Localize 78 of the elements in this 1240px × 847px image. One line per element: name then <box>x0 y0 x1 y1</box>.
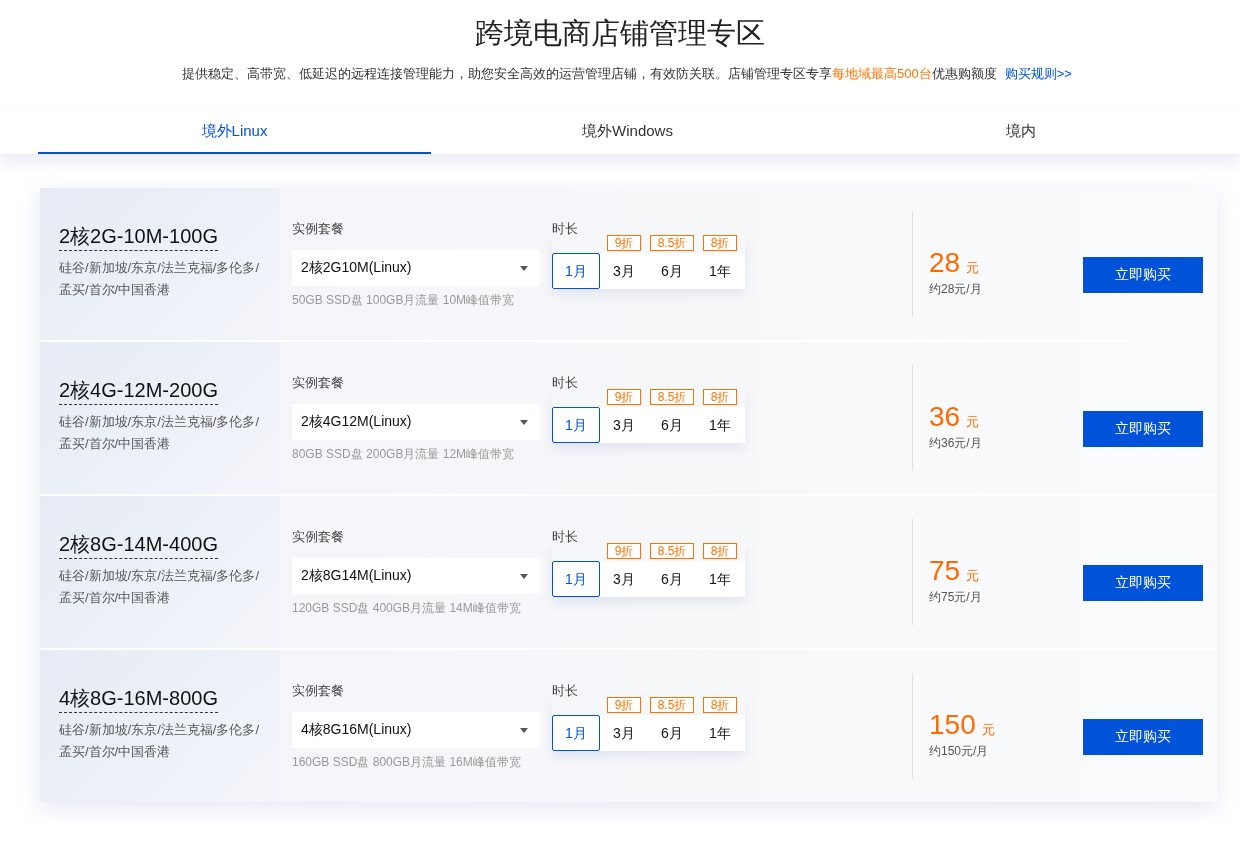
duration-option[interactable]: 3月 <box>600 561 648 597</box>
package-spec: 160GB SSD盘 800GB月流量 16M峰值带宽 <box>292 754 522 771</box>
buy-now-button[interactable]: 立即购买 <box>1083 719 1203 755</box>
discount-badge: 9折 <box>606 235 642 251</box>
purchase-rules-link[interactable]: 购买规则>> <box>1004 65 1072 83</box>
buy-now-button[interactable]: 立即购买 <box>1083 411 1203 447</box>
discount-badge: 8.5折 <box>649 235 695 251</box>
duration-option[interactable]: 1月 <box>552 407 600 443</box>
tab[interactable]: 境外Windows <box>431 109 824 154</box>
subtitle: 提供稳定、高带宽、低延迟的远程连接管理能力，助您安全高效的运营管理店铺，有效防关联。店铺管理专区专享每地域最高500台优惠购额度 <box>182 65 997 83</box>
region-list: 硅谷/新加坡/东京/法兰克福/多伦多/孟买/首尔/中国香港 <box>59 257 264 301</box>
discount-badge: 8.5折 <box>649 389 695 405</box>
duration-option[interactable]: 3月 <box>600 407 648 443</box>
monthly-price: 约75元/月 <box>929 589 983 606</box>
region-list: 硅谷/新加坡/东京/法兰克福/多伦多/孟买/首尔/中国香港 <box>59 565 264 609</box>
duration-option[interactable]: 1月 <box>552 715 600 751</box>
price: 36 <box>929 401 961 433</box>
monthly-price: 约28元/月 <box>929 281 983 298</box>
duration-option[interactable]: 1年 <box>696 561 744 597</box>
product-name: 2核4G-12M-200G <box>59 378 218 405</box>
duration-option[interactable]: 1月 <box>552 253 600 289</box>
tab[interactable]: 境外Linux <box>38 109 431 154</box>
duration-option[interactable]: 6月 <box>648 253 696 289</box>
package-spec: 80GB SSD盘 200GB月流量 12M峰值带宽 <box>292 446 516 463</box>
field-label: 时长 <box>552 375 579 391</box>
price: 75 <box>929 555 961 587</box>
package-spec: 120GB SSD盘 400GB月流量 14M峰值带宽 <box>292 600 522 617</box>
price-unit: 元 <box>966 259 980 277</box>
product-name: 2核2G-10M-100G <box>59 224 218 251</box>
caret-icon <box>520 727 528 733</box>
package-spec: 50GB SSD盘 100GB月流量 10M峰值带宽 <box>292 292 516 309</box>
package-dropdown[interactable]: 2核4G12M(Linux) <box>292 404 540 440</box>
duration-option[interactable]: 6月 <box>648 561 696 597</box>
package-dropdown[interactable]: 2核8G14M(Linux) <box>292 558 540 594</box>
field-label: 实例套餐 <box>292 221 345 237</box>
field-label: 实例套餐 <box>292 529 345 545</box>
duration-option[interactable]: 1年 <box>696 715 744 751</box>
region-list: 硅谷/新加坡/东京/法兰克福/多伦多/孟买/首尔/中国香港 <box>59 719 264 763</box>
buy-now-button[interactable]: 立即购买 <box>1083 565 1203 601</box>
discount-badge: 9折 <box>606 543 642 559</box>
discount-badge: 8.5折 <box>649 543 695 559</box>
caret-icon <box>520 419 528 425</box>
field-label: 实例套餐 <box>292 375 345 391</box>
product-name: 2核8G-14M-400G <box>59 532 218 559</box>
page-title: 跨境电商店铺管理专区 <box>474 16 766 51</box>
duration-option[interactable]: 1年 <box>696 407 744 443</box>
duration-option[interactable]: 3月 <box>600 715 648 751</box>
package-dropdown[interactable]: 4核8G16M(Linux) <box>292 712 540 748</box>
field-label: 实例套餐 <box>292 683 345 699</box>
discount-badge: 8折 <box>702 235 738 251</box>
region-list: 硅谷/新加坡/东京/法兰克福/多伦多/孟买/首尔/中国香港 <box>59 411 264 455</box>
price-unit: 元 <box>966 567 980 585</box>
monthly-price: 约150元/月 <box>929 743 990 760</box>
discount-badge: 8折 <box>702 697 738 713</box>
price-unit: 元 <box>981 721 995 739</box>
discount-badge: 8折 <box>702 389 738 405</box>
duration-option[interactable]: 6月 <box>648 407 696 443</box>
caret-icon <box>520 265 528 271</box>
monthly-price: 约36元/月 <box>929 435 983 452</box>
field-label: 时长 <box>552 529 579 545</box>
discount-badge: 9折 <box>606 697 642 713</box>
duration-option[interactable]: 1月 <box>552 561 600 597</box>
price: 150 <box>929 709 976 741</box>
field-label: 时长 <box>552 683 579 699</box>
caret-icon <box>520 573 528 579</box>
duration-option[interactable]: 1年 <box>696 253 744 289</box>
buy-now-button[interactable]: 立即购买 <box>1083 257 1203 293</box>
tab[interactable]: 境内 <box>824 109 1217 154</box>
price: 28 <box>929 247 961 279</box>
product-name: 4核8G-16M-800G <box>59 686 218 713</box>
duration-option[interactable]: 3月 <box>600 253 648 289</box>
price-unit: 元 <box>966 413 980 431</box>
field-label: 时长 <box>552 221 579 237</box>
duration-option[interactable]: 6月 <box>648 715 696 751</box>
discount-badge: 8折 <box>702 543 738 559</box>
package-dropdown[interactable]: 2核2G10M(Linux) <box>292 250 540 286</box>
discount-badge: 9折 <box>606 389 642 405</box>
discount-badge: 8.5折 <box>649 697 695 713</box>
